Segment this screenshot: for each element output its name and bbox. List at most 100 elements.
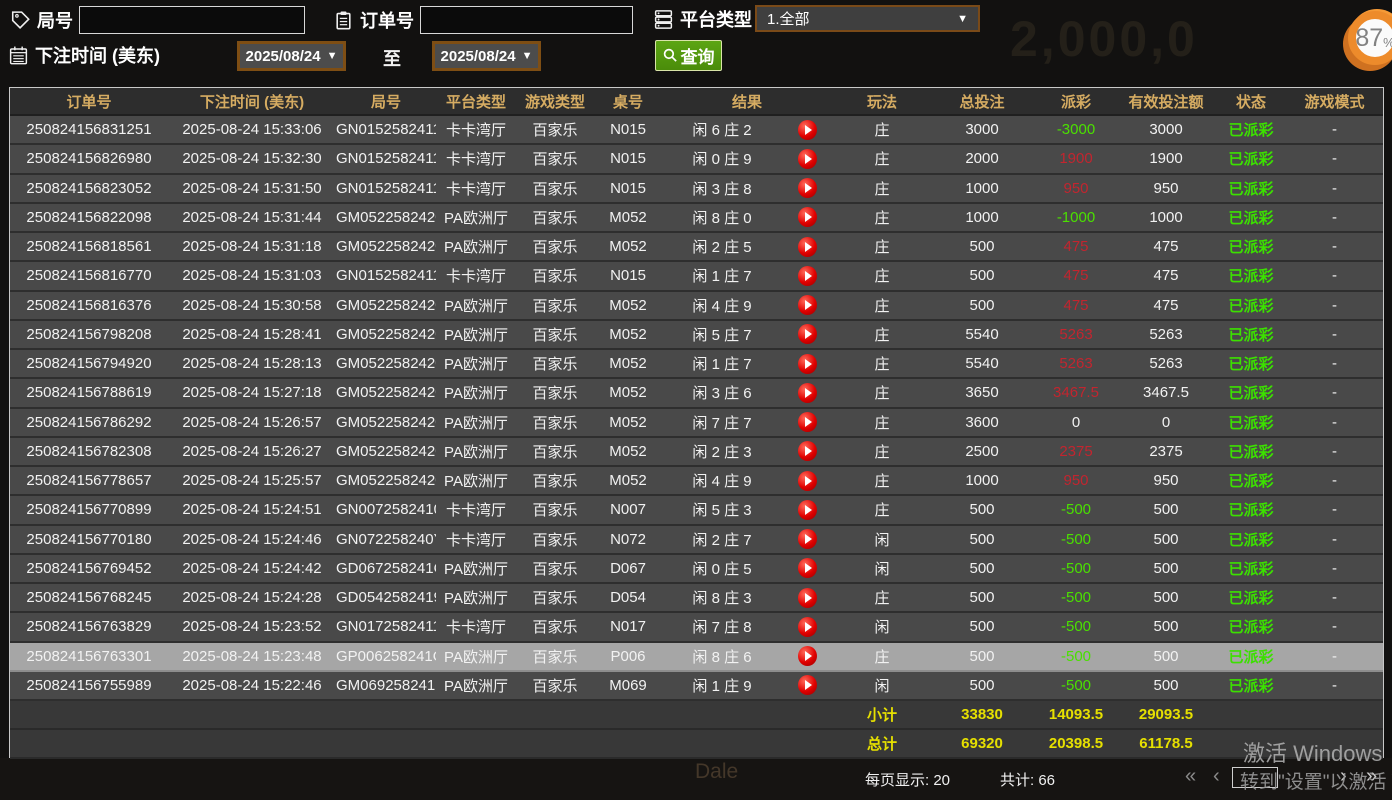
- table-row[interactable]: 250824156786292 2025-08-24 15:26:57 GM05…: [10, 409, 1383, 438]
- date-to-select[interactable]: 2025/08/24 ▼: [432, 41, 541, 71]
- cell-platform: PA欧洲厅: [436, 675, 516, 696]
- play-replay-icon[interactable]: [798, 324, 817, 344]
- cell-round-id: GM05225824206: [336, 414, 436, 431]
- cell-result: 闲 6 庄 2: [662, 119, 782, 140]
- play-replay-icon[interactable]: [798, 471, 817, 491]
- table-row[interactable]: 250824156769452 2025-08-24 15:24:42 GD06…: [10, 555, 1383, 584]
- table-body: 250824156831251 2025-08-24 15:33:06 GN01…: [10, 116, 1383, 701]
- play-replay-icon[interactable]: [798, 646, 817, 666]
- cell-game-type: 百家乐: [516, 265, 594, 286]
- chevron-down-icon: ▼: [957, 13, 968, 25]
- cell-platform: 卡卡湾厅: [436, 119, 516, 140]
- goto-page-input[interactable]: [1232, 767, 1278, 788]
- table-row[interactable]: 250824156782308 2025-08-24 15:26:27 GM05…: [10, 438, 1383, 467]
- table-row[interactable]: 250824156822098 2025-08-24 15:31:44 GM05…: [10, 204, 1383, 233]
- column-header-game-type[interactable]: 游戏类型: [516, 91, 594, 112]
- play-replay-icon[interactable]: [798, 675, 817, 695]
- table-row[interactable]: 250824156826980 2025-08-24 15:32:30 GN01…: [10, 145, 1383, 174]
- play-replay-icon[interactable]: [798, 588, 817, 608]
- column-header-order-id[interactable]: 订单号: [10, 91, 168, 112]
- cell-total-bet: 5540: [932, 355, 1032, 372]
- column-header-total-bet[interactable]: 总投注: [932, 91, 1032, 112]
- date-from-select[interactable]: 2025/08/24 ▼: [237, 41, 346, 71]
- cell-result: 闲 8 庄 0: [662, 207, 782, 228]
- cell-payout: -500: [1032, 677, 1120, 694]
- column-header-platform[interactable]: 平台类型: [436, 91, 516, 112]
- column-header-play[interactable]: 玩法: [832, 91, 932, 112]
- bet-time-field-group: 下注时间 (美东): [8, 42, 160, 68]
- prev-page-button[interactable]: ‹: [1213, 766, 1220, 786]
- play-replay-icon[interactable]: [798, 500, 817, 520]
- cell-total-bet: 500: [932, 531, 1032, 548]
- order-id-input[interactable]: [420, 6, 633, 34]
- cell-total-bet: 500: [932, 589, 1032, 606]
- table-row[interactable]: 250824156816770 2025-08-24 15:31:03 GN01…: [10, 262, 1383, 291]
- table-row[interactable]: 250824156798208 2025-08-24 15:28:41 GM05…: [10, 321, 1383, 350]
- last-page-button[interactable]: »: [1366, 766, 1377, 786]
- cell-result: 闲 5 庄 3: [662, 499, 782, 520]
- play-replay-icon[interactable]: [798, 266, 817, 286]
- cell-platform: 卡卡湾厅: [436, 148, 516, 169]
- cell-game-type: 百家乐: [516, 558, 594, 579]
- cell-status: 已派彩: [1212, 119, 1290, 140]
- column-header-table-no[interactable]: 桌号: [594, 91, 662, 112]
- table-row[interactable]: 250824156788619 2025-08-24 15:27:18 GM05…: [10, 379, 1383, 408]
- table-row[interactable]: 250824156768245 2025-08-24 15:24:28 GD05…: [10, 584, 1383, 613]
- table-row[interactable]: 250824156778657 2025-08-24 15:25:57 GM05…: [10, 467, 1383, 496]
- play-replay-icon[interactable]: [798, 412, 817, 432]
- table-row[interactable]: 250824156818561 2025-08-24 15:31:18 GM05…: [10, 233, 1383, 262]
- next-page-button[interactable]: ›: [1340, 766, 1347, 786]
- cell-payout: -500: [1032, 589, 1120, 606]
- play-replay-icon[interactable]: [798, 529, 817, 549]
- play-replay-icon[interactable]: [798, 178, 817, 198]
- play-replay-icon[interactable]: [798, 295, 817, 315]
- table-row[interactable]: 250824156823052 2025-08-24 15:31:50 GN01…: [10, 175, 1383, 204]
- column-header-bet-time[interactable]: 下注时间 (美东): [168, 91, 336, 112]
- cell-result: 闲 8 庄 3: [662, 587, 782, 608]
- table-row[interactable]: 250824156770899 2025-08-24 15:24:51 GN00…: [10, 496, 1383, 525]
- cell-platform: 卡卡湾厅: [436, 529, 516, 550]
- column-header-status[interactable]: 状态: [1212, 91, 1290, 112]
- table-row[interactable]: 250824156763829 2025-08-24 15:23:52 GN01…: [10, 613, 1383, 642]
- cell-table-no: N015: [594, 150, 662, 167]
- cell-play: 庄: [832, 646, 932, 667]
- table-row[interactable]: 250824156763301 2025-08-24 15:23:48 GP00…: [10, 643, 1383, 672]
- round-id-input[interactable]: [79, 6, 305, 34]
- query-button[interactable]: 查询: [655, 40, 722, 71]
- cell-payout: -500: [1032, 560, 1120, 577]
- cell-valid-bet: 500: [1120, 618, 1212, 635]
- column-header-game-mode[interactable]: 游戏模式: [1290, 91, 1379, 112]
- play-replay-icon[interactable]: [798, 441, 817, 461]
- cell-total-bet: 500: [932, 238, 1032, 255]
- play-replay-icon[interactable]: [798, 120, 817, 140]
- cell-play: 庄: [832, 148, 932, 169]
- table-row[interactable]: 250824156816376 2025-08-24 15:30:58 GM05…: [10, 292, 1383, 321]
- play-replay-icon[interactable]: [798, 617, 817, 637]
- play-replay-icon[interactable]: [798, 149, 817, 169]
- column-header-valid-bet[interactable]: 有效投注额: [1120, 91, 1212, 112]
- play-replay-icon[interactable]: [798, 354, 817, 374]
- column-header-round-id[interactable]: 局号: [336, 91, 436, 112]
- cell-status: 已派彩: [1212, 265, 1290, 286]
- table-row[interactable]: 250824156831251 2025-08-24 15:33:06 GN01…: [10, 116, 1383, 145]
- cell-replay: [782, 588, 832, 608]
- play-replay-icon[interactable]: [798, 383, 817, 403]
- cell-replay: [782, 529, 832, 549]
- table-row[interactable]: 250824156755989 2025-08-24 15:22:46 GM06…: [10, 672, 1383, 701]
- first-page-button[interactable]: «: [1185, 766, 1196, 786]
- table-row[interactable]: 250824156770180 2025-08-24 15:24:46 GN07…: [10, 526, 1383, 555]
- play-replay-icon[interactable]: [798, 207, 817, 227]
- per-page-label: 每页显示: 20: [865, 769, 950, 790]
- play-replay-icon[interactable]: [798, 237, 817, 257]
- percentage-badge[interactable]: 87 %: [1348, 11, 1392, 65]
- cell-status: 已派彩: [1212, 646, 1290, 667]
- column-header-payout[interactable]: 派彩: [1032, 91, 1120, 112]
- cell-result: 闲 1 庄 7: [662, 353, 782, 374]
- platform-type-select[interactable]: 1.全部 ▼: [755, 5, 980, 32]
- column-header-result[interactable]: 结果: [662, 91, 832, 112]
- play-replay-icon[interactable]: [798, 558, 817, 578]
- cell-table-no: M052: [594, 238, 662, 255]
- table-row[interactable]: 250824156794920 2025-08-24 15:28:13 GM05…: [10, 350, 1383, 379]
- cell-result: 闲 2 庄 3: [662, 441, 782, 462]
- percent-sign: %: [1383, 35, 1392, 50]
